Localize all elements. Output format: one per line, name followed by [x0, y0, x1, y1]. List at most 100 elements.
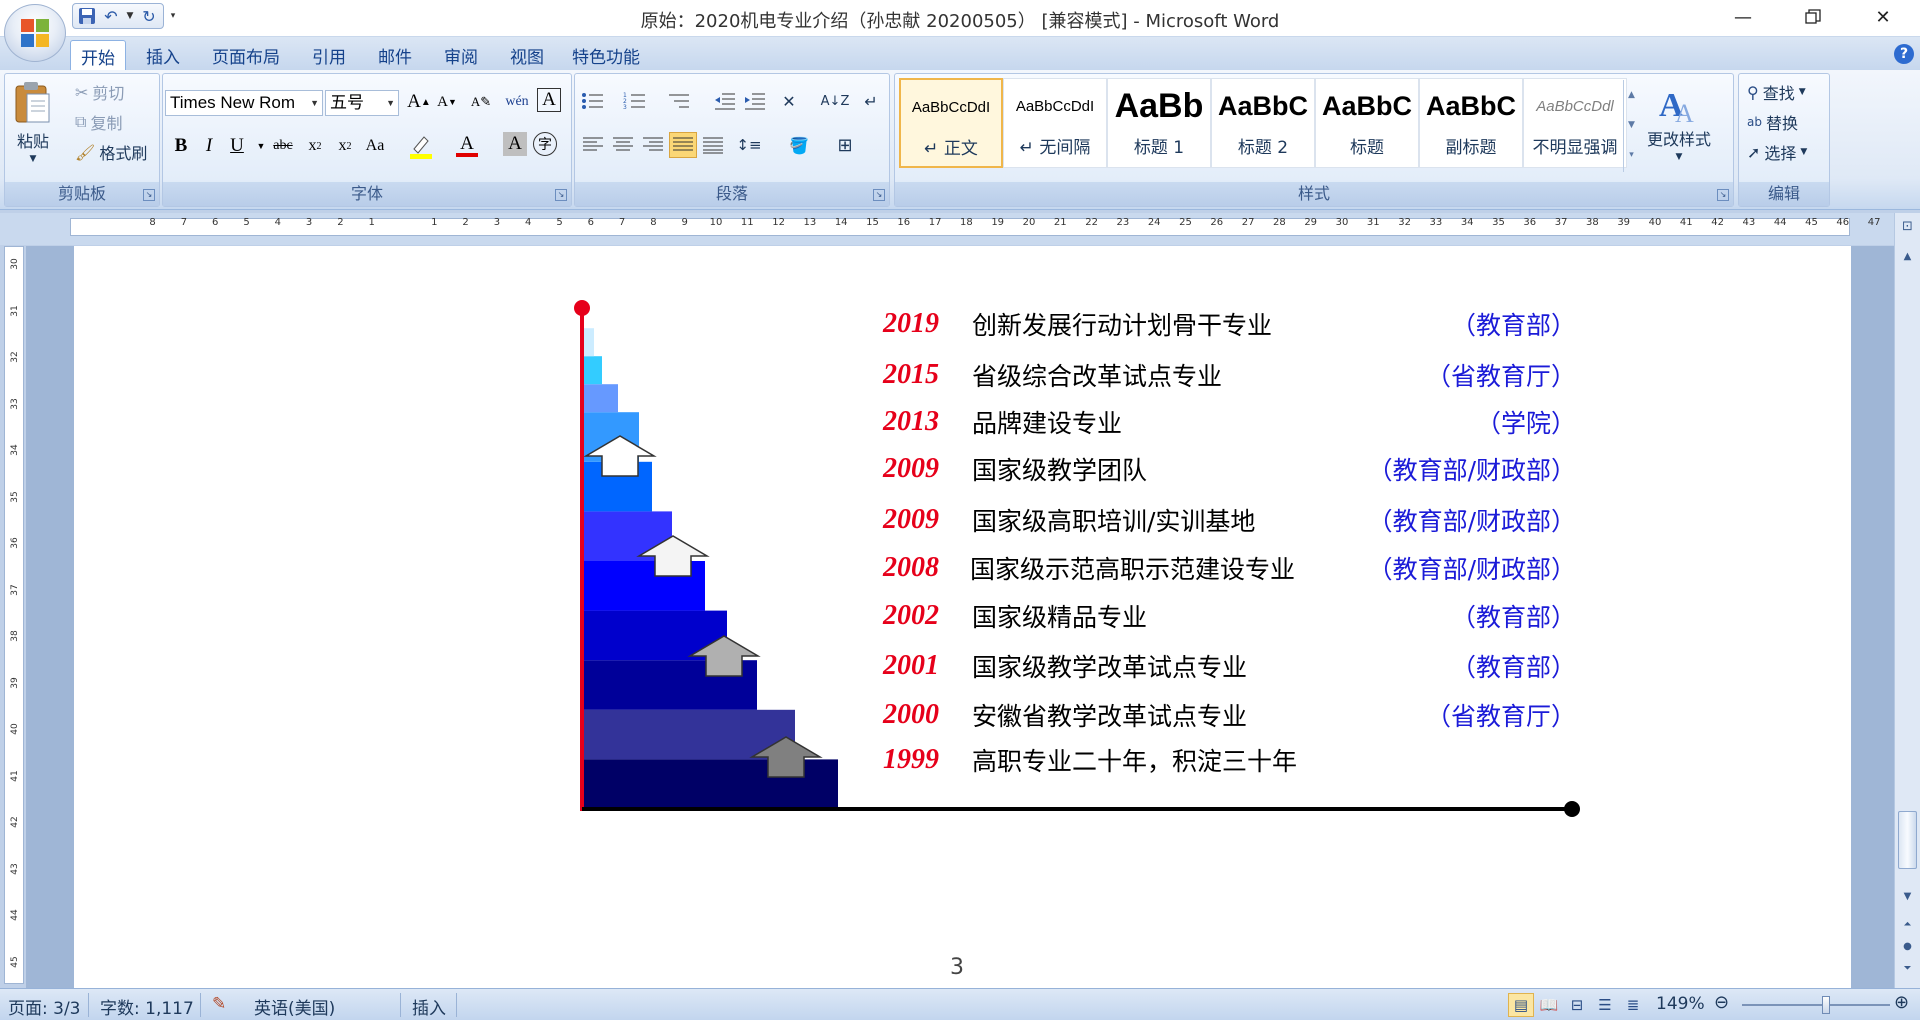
shading-icon[interactable]: 🪣: [785, 132, 813, 158]
style-item[interactable]: AaBb 标题 1: [1107, 78, 1211, 168]
character-shading-icon[interactable]: A: [503, 132, 527, 156]
tab-review[interactable]: 审阅: [434, 40, 488, 71]
scroll-down-icon[interactable]: ▼: [1898, 887, 1917, 906]
highlight-icon[interactable]: [407, 132, 435, 160]
line-spacing-icon[interactable]: ↕≡: [735, 132, 763, 158]
styles-launcher-icon[interactable]: ↘: [1717, 189, 1729, 201]
style-item[interactable]: AaBbCcDdl 不明显强调: [1523, 78, 1627, 168]
tab-references[interactable]: 引用: [302, 40, 356, 71]
style-item[interactable]: AaBbC 标题: [1315, 78, 1419, 168]
distributed-icon[interactable]: [699, 132, 727, 158]
paragraph-launcher-icon[interactable]: ↘: [873, 189, 885, 201]
scroll-up-icon[interactable]: ▲: [1898, 247, 1917, 266]
font-color-icon[interactable]: A: [453, 132, 481, 160]
restore-icon[interactable]: [1784, 0, 1842, 34]
previous-page-icon[interactable]: ⏶: [1898, 915, 1917, 934]
multilevel-list-icon[interactable]: [665, 88, 693, 114]
replace-button[interactable]: ab 替换: [1747, 110, 1798, 134]
vertical-scrollbar[interactable]: ⊡ ▲ ▼ ⏶ ● ⏷: [1894, 213, 1920, 988]
word-count[interactable]: 字数: 1,117: [100, 994, 194, 1019]
office-button[interactable]: [4, 4, 66, 62]
tab-features[interactable]: 特色功能: [562, 40, 650, 71]
bullets-icon[interactable]: [579, 88, 607, 114]
tab-view[interactable]: 视图: [500, 40, 554, 71]
zoom-slider[interactable]: [1742, 1004, 1890, 1006]
character-border-icon[interactable]: A: [537, 88, 561, 112]
grow-font-icon[interactable]: A ▲: [405, 88, 433, 116]
clear-formatting-icon[interactable]: A✎: [467, 88, 495, 116]
zoom-out-icon[interactable]: ⊖: [1714, 992, 1729, 1013]
ruler-toggle-icon[interactable]: ⊡: [1898, 217, 1917, 236]
tab-page-layout[interactable]: 页面布局: [202, 40, 290, 71]
language[interactable]: 英语(美国): [254, 994, 335, 1019]
font-name-combo[interactable]: Times New Rom ▼: [165, 90, 323, 116]
change-styles-button[interactable]: AA 更改样式 ▼: [1647, 82, 1711, 162]
full-screen-reading-icon[interactable]: 📖: [1536, 993, 1562, 1017]
phonetic-guide-icon[interactable]: wén: [503, 88, 531, 116]
horizontal-ruler[interactable]: 8 7 6 5 4 3 2 1 1 2 3 4 5 6 7 8 9 10 11 12 13 14 15 16 17 18 19 20 2…: [0, 213, 1920, 245]
tab-home[interactable]: 开始: [70, 40, 126, 71]
decrease-indent-icon[interactable]: [711, 88, 739, 114]
style-item[interactable]: AaBbCcDdI ↵ 无间隔: [1003, 78, 1107, 168]
change-styles-dropdown-icon[interactable]: ▼: [1676, 152, 1683, 162]
justify-icon[interactable]: [669, 132, 697, 158]
proofing-icon[interactable]: ✎: [212, 994, 226, 1014]
zoom-in-icon[interactable]: ⊕: [1894, 992, 1909, 1013]
font-name-dropdown-icon[interactable]: ▼: [310, 91, 319, 115]
select-button[interactable]: ➚ 选择 ▼: [1747, 140, 1807, 164]
zoom-slider-thumb[interactable]: [1822, 996, 1830, 1014]
clipboard-launcher-icon[interactable]: ↘: [143, 189, 155, 201]
select-browse-object-icon[interactable]: ●: [1898, 937, 1917, 956]
help-icon[interactable]: ?: [1894, 44, 1914, 64]
sort-icon[interactable]: A↓Z: [821, 88, 850, 114]
gallery-down-icon[interactable]: ▼: [1624, 110, 1639, 140]
document-page[interactable]: 2019 创新发展行动计划骨干专业 （教育部） 2015 省级综合改革试点专业 （省教育厅…: [74, 246, 1851, 988]
find-button[interactable]: ⚲ 查找 ▼: [1747, 80, 1806, 104]
format-painter-button[interactable]: 🖌 格式刷: [75, 140, 147, 164]
cut-button[interactable]: ✂ 剪切: [75, 80, 124, 104]
paste-button[interactable]: 粘贴 ▼: [13, 80, 53, 164]
vertical-ruler[interactable]: 30 31 32 33 34 35 36 37 38 39 40 41 42 43 44 45: [4, 246, 24, 984]
style-item[interactable]: AaBbC 副标题: [1419, 78, 1523, 168]
borders-icon[interactable]: ⊞: [831, 132, 859, 158]
font-size-dropdown-icon[interactable]: ▼: [386, 91, 395, 115]
asian-layout-icon[interactable]: ✕: [775, 88, 803, 114]
next-page-icon[interactable]: ⏷: [1898, 959, 1917, 978]
align-center-icon[interactable]: [609, 132, 637, 158]
shrink-font-icon[interactable]: A ▼: [433, 88, 461, 116]
align-left-icon[interactable]: [579, 132, 607, 158]
subscript-icon[interactable]: x2: [301, 132, 329, 160]
web-layout-icon[interactable]: ⊟: [1564, 993, 1590, 1017]
insert-mode[interactable]: 插入: [412, 994, 446, 1019]
bold-icon[interactable]: B: [167, 132, 195, 160]
zoom-level[interactable]: 149%: [1656, 994, 1705, 1014]
draft-view-icon[interactable]: ≣: [1620, 993, 1646, 1017]
scroll-thumb[interactable]: [1898, 811, 1917, 869]
style-item[interactable]: AaBbC 标题 2: [1211, 78, 1315, 168]
enclose-characters-icon[interactable]: 字: [533, 132, 557, 156]
style-item[interactable]: AaBbCcDdI ↵ 正文: [899, 78, 1003, 168]
numbering-icon[interactable]: 123: [621, 88, 649, 114]
find-dropdown-icon[interactable]: ▼: [1799, 87, 1806, 97]
tab-mailings[interactable]: 邮件: [368, 40, 422, 71]
minimize-icon[interactable]: —: [1714, 0, 1772, 34]
superscript-icon[interactable]: x2: [331, 132, 359, 160]
align-right-icon[interactable]: [639, 132, 667, 158]
select-dropdown-icon[interactable]: ▼: [1800, 147, 1807, 157]
show-marks-icon[interactable]: ↵: [857, 88, 885, 114]
italic-icon[interactable]: I: [195, 132, 223, 160]
page-count[interactable]: 页面: 3/3: [8, 994, 81, 1019]
font-launcher-icon[interactable]: ↘: [555, 189, 567, 201]
paste-dropdown-icon[interactable]: ▼: [30, 154, 37, 164]
tab-insert[interactable]: 插入: [136, 40, 190, 71]
increase-indent-icon[interactable]: [741, 88, 769, 114]
strikethrough-icon[interactable]: abc: [269, 132, 297, 160]
change-case-icon[interactable]: Aa: [361, 132, 389, 160]
copy-button[interactable]: ⧉ 复制: [75, 110, 122, 134]
close-icon[interactable]: ✕: [1854, 0, 1912, 34]
print-layout-icon[interactable]: ▤: [1508, 993, 1534, 1017]
gallery-up-icon[interactable]: ▲: [1624, 80, 1639, 110]
font-size-combo[interactable]: 五号 ▼: [325, 90, 399, 116]
gallery-more-icon[interactable]: ▾: [1624, 140, 1639, 170]
outline-view-icon[interactable]: ☰: [1592, 993, 1618, 1017]
